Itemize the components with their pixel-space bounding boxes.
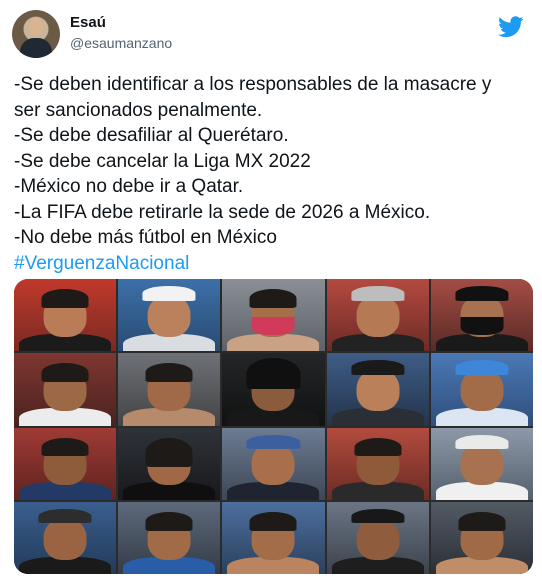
collage-photo [118, 353, 221, 426]
collage-photo [326, 353, 429, 426]
tweet-media-collage[interactable] [14, 279, 533, 574]
author-handle[interactable]: @esaumanzano [70, 35, 172, 51]
tweet-line: -Se deben identificar a los responsables… [14, 74, 492, 95]
collage-photo [118, 501, 221, 574]
avatar-face [29, 18, 43, 36]
collage-photo [222, 279, 325, 352]
tweet-line: -La FIFA debe retirarle la sede de 2026 … [14, 201, 431, 223]
collage-photo [326, 427, 429, 500]
collage-photo [14, 353, 117, 426]
collage-photo [222, 427, 325, 500]
collage-photo [326, 501, 429, 574]
tweet-line: -Se debe desafiliar al Querétaro. [14, 125, 289, 146]
avatar-suit [20, 38, 52, 58]
avatar[interactable] [12, 10, 60, 58]
collage-photo [118, 427, 221, 500]
collage-photo [430, 427, 533, 500]
collage-photo [222, 353, 325, 426]
tweet-text: -Se deben identificar a los responsables… [14, 72, 530, 276]
collage-photo [14, 279, 117, 352]
tweet-header: Esaú @esaumanzano [12, 10, 530, 62]
tweet-card: Esaú @esaumanzano -Se deben identificar … [0, 0, 542, 580]
collage-photo [430, 353, 533, 426]
tweet-line: -Se debe cancelar la Liga MX 2022 [14, 150, 311, 172]
collage-photo [222, 501, 325, 574]
collage-photo [14, 501, 117, 574]
collage-photo [430, 279, 533, 352]
twitter-bird-icon[interactable] [498, 16, 524, 38]
tweet-line: -México no debe ir a Qatar. [14, 176, 244, 197]
hashtag-link[interactable]: #VerguenzaNacional [14, 251, 530, 277]
tweet-line: ser sancionados penalmente. [14, 99, 263, 121]
collage-photo [14, 427, 117, 500]
tweet-line: -No debe más fútbol en México [14, 227, 277, 248]
author-name[interactable]: Esaú [70, 14, 106, 31]
collage-photo [118, 279, 221, 352]
collage-photo [326, 279, 429, 352]
collage-photo [430, 501, 533, 574]
